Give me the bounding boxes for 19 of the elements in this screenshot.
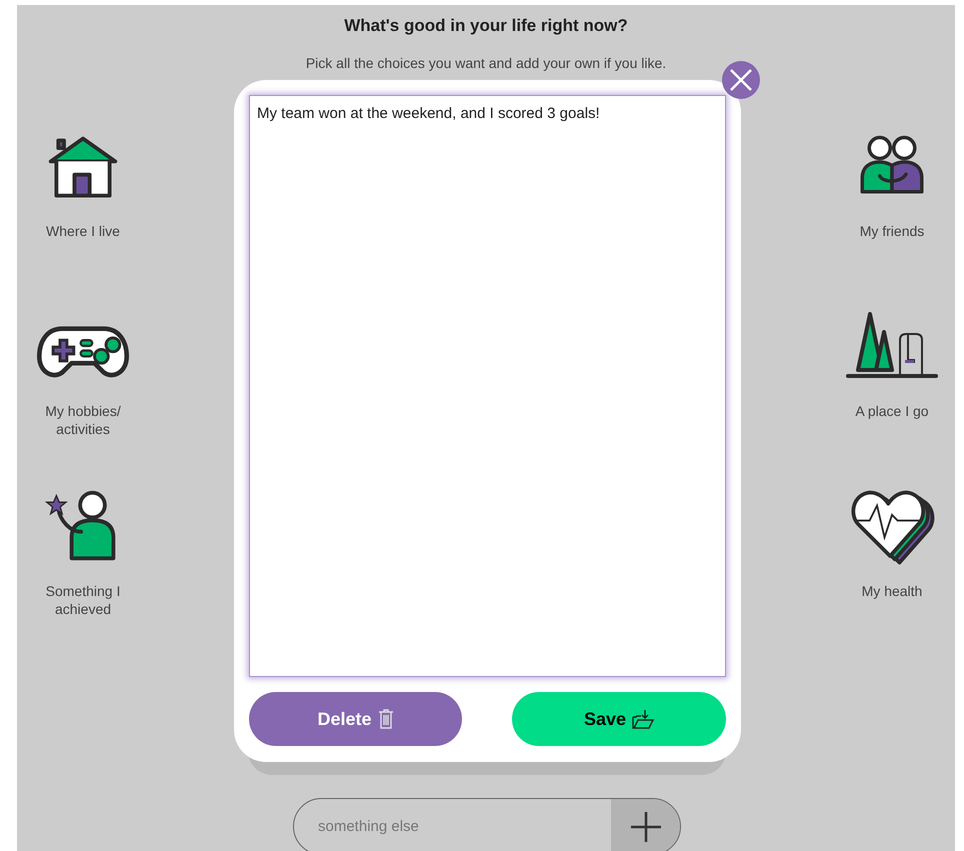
trash-icon [378,709,394,729]
add-field[interactable]: something else [293,798,681,851]
add-button[interactable] [611,799,680,851]
plus-icon [628,810,662,844]
choice-label[interactable]: A place I go [855,402,929,420]
delete-button[interactable]: Delete [249,692,462,746]
folder-download-icon [632,709,654,729]
trees-and-swing-icon[interactable] [846,310,938,380]
choice-label[interactable]: My hobbies/ activities [33,402,133,438]
choice-label[interactable]: My health [862,582,922,600]
page-title: What's good in your life right now? [344,15,628,37]
save-button[interactable]: Save [512,692,726,746]
page-subtitle: Pick all the choices you want and add your own if you like. [306,54,666,73]
text-area[interactable]: My team won at the weekend, and I scored 3 goals! [249,95,726,677]
choice-label[interactable]: Where I live [46,222,120,240]
close-button[interactable] [722,61,760,99]
choice-label[interactable]: Something I achieved [33,582,133,618]
choice-label[interactable]: My friends [860,222,924,240]
close-icon [730,69,752,91]
